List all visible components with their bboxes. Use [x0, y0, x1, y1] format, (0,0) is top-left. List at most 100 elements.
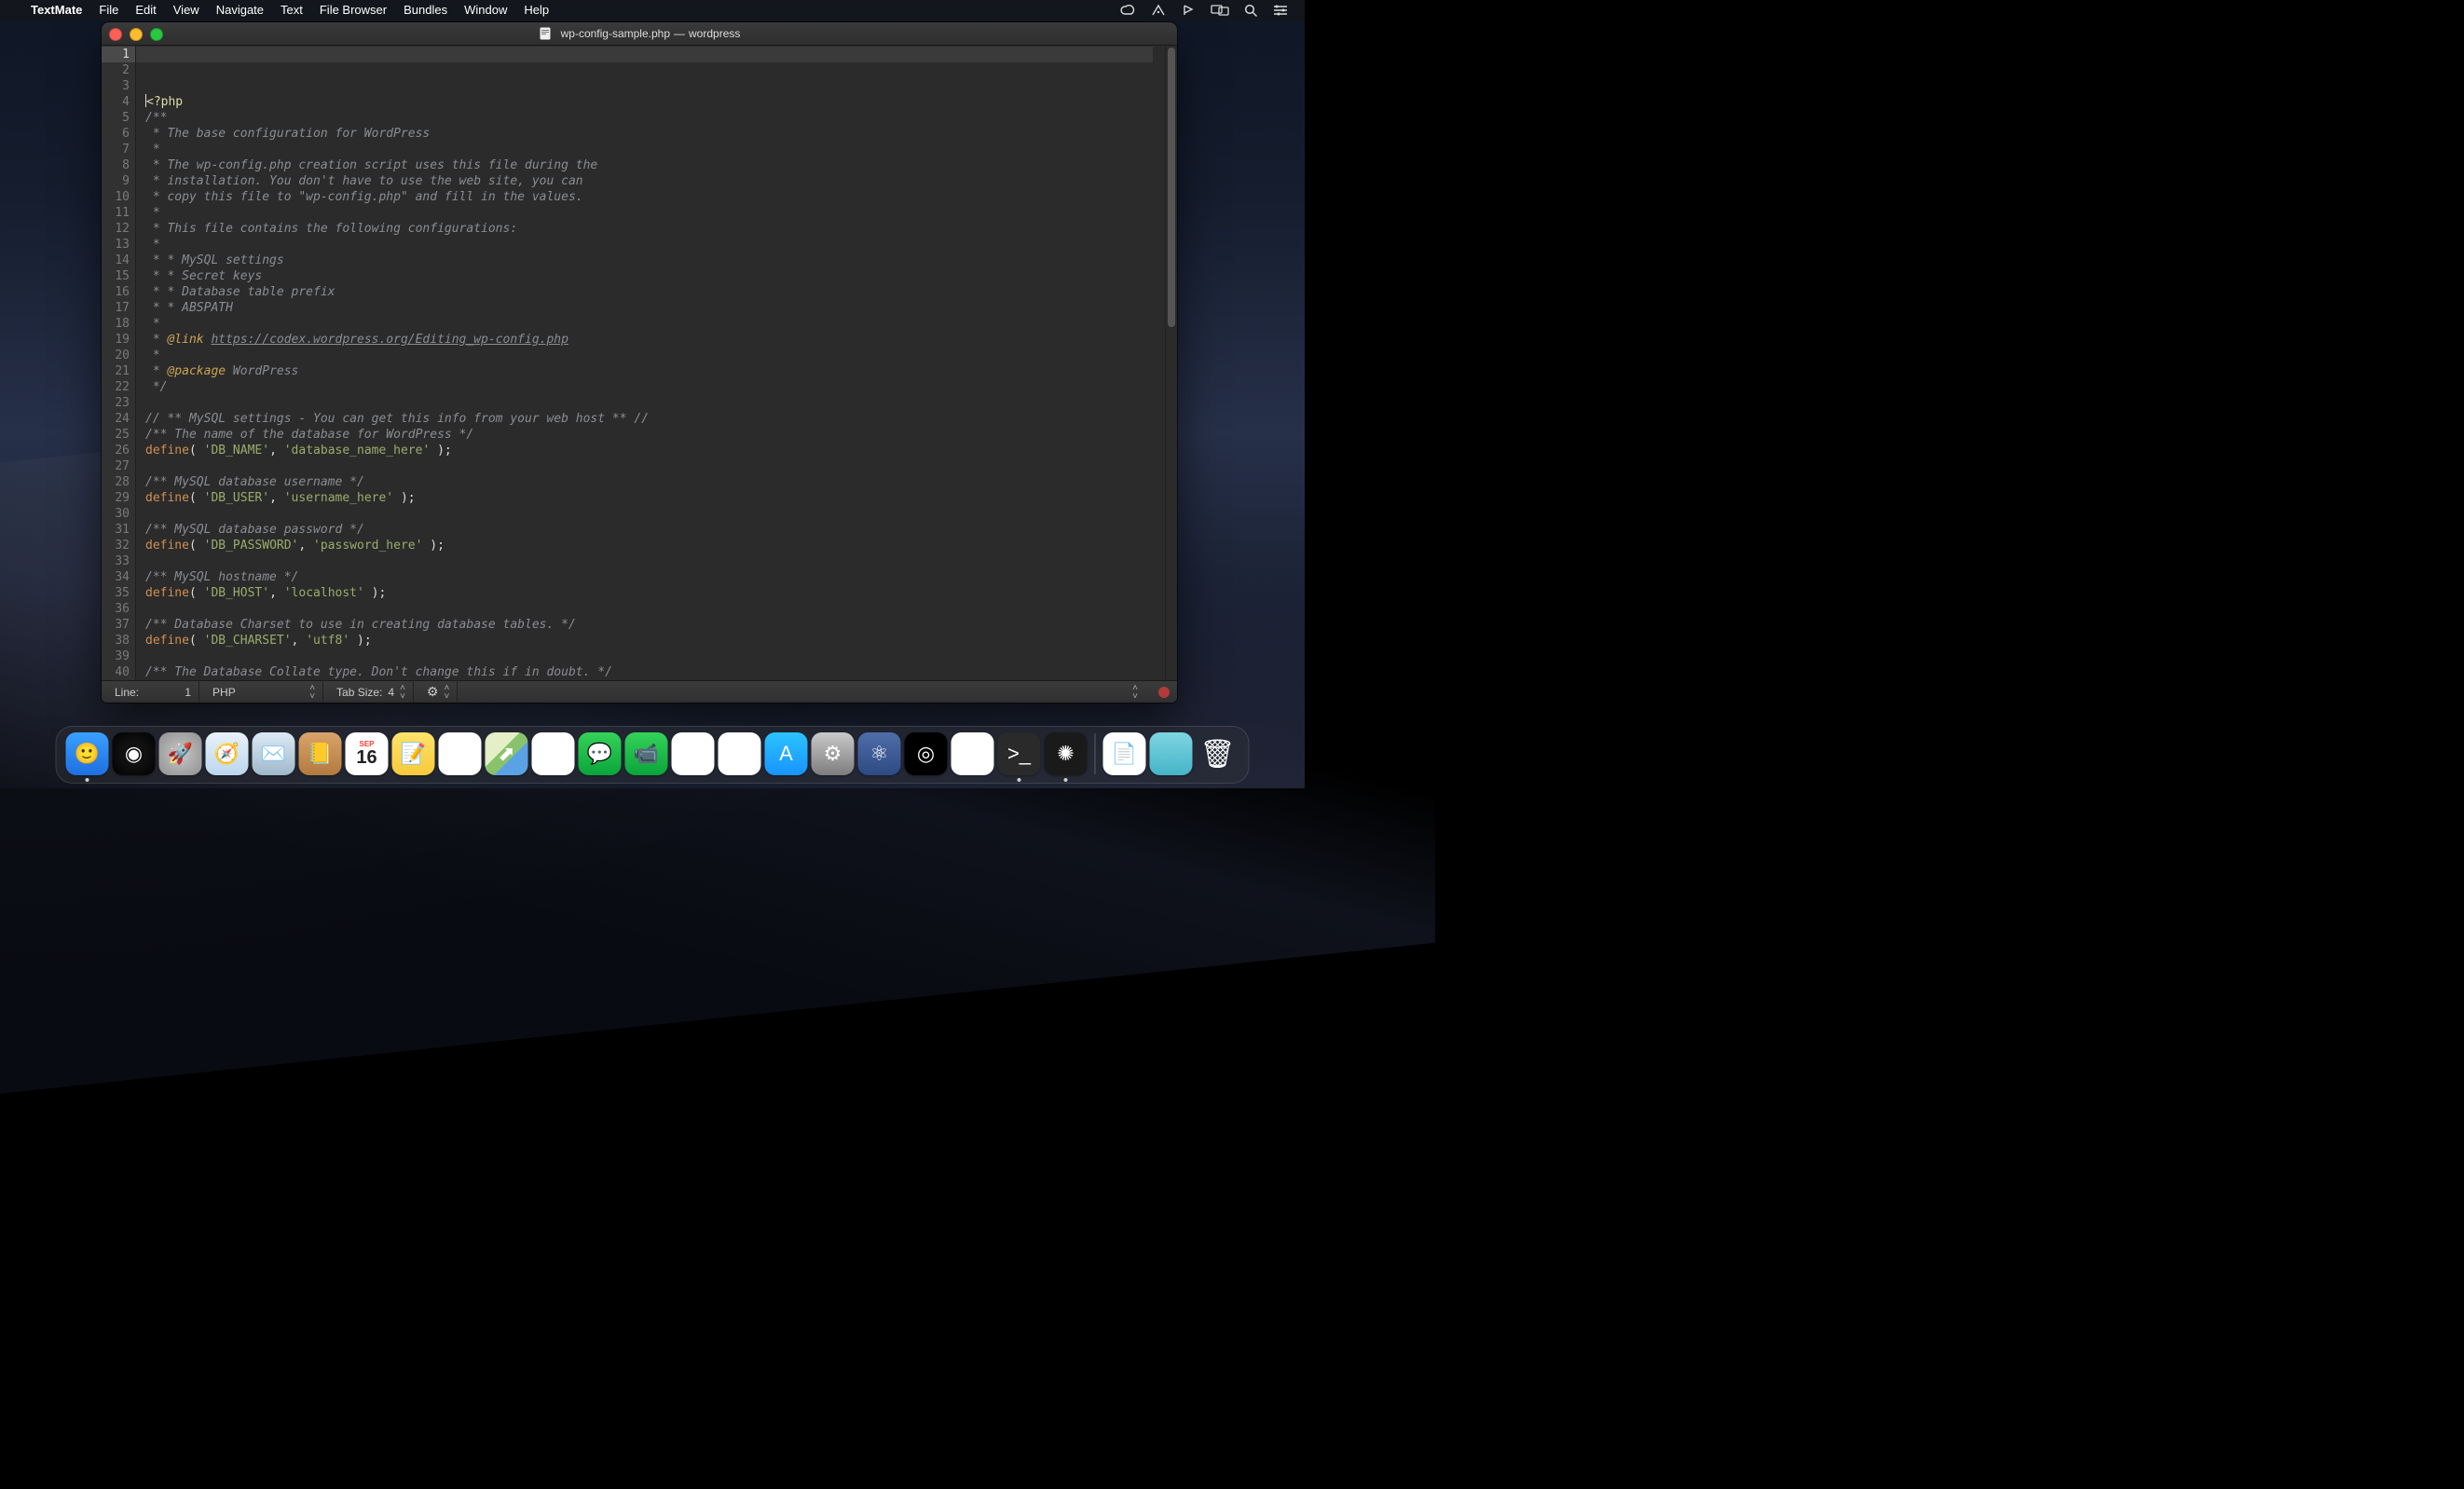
code-line[interactable]: /**: [145, 110, 1165, 126]
code-line[interactable]: * * Database table prefix: [145, 284, 1165, 300]
code-line[interactable]: [145, 395, 1165, 411]
line-number[interactable]: 19: [103, 332, 130, 348]
dock-photos[interactable]: ❀: [532, 732, 575, 775]
line-gutter[interactable]: 1234567891011121314151617181920212223242…: [102, 46, 136, 680]
code-line[interactable]: [145, 553, 1165, 569]
code-line[interactable]: * @package WordPress: [145, 363, 1165, 379]
dock-facetime[interactable]: 📹: [625, 732, 668, 775]
dock-terminal[interactable]: >_: [998, 732, 1041, 775]
code-line[interactable]: define( 'DB_CHARSET', 'utf8' );: [145, 633, 1165, 649]
line-number[interactable]: 9: [103, 173, 130, 189]
dock-music[interactable]: ♫: [719, 732, 761, 775]
dock-launchpad[interactable]: 🚀: [159, 732, 202, 775]
line-number[interactable]: 16: [103, 284, 130, 300]
symbol-selector[interactable]: ˄˅: [1125, 681, 1145, 703]
dock-downloads[interactable]: [1150, 732, 1193, 775]
code-line[interactable]: /** Database Charset to use in creating …: [145, 617, 1165, 633]
line-number[interactable]: 8: [103, 157, 130, 173]
app-menu[interactable]: TextMate: [22, 0, 90, 20]
menu-help[interactable]: Help: [515, 3, 557, 17]
code-line[interactable]: define( 'DB_NAME', 'database_name_here' …: [145, 443, 1165, 458]
line-number[interactable]: 2: [103, 62, 130, 78]
code-line[interactable]: // ** MySQL settings - You can get this …: [145, 411, 1165, 427]
dock-news[interactable]: N: [672, 732, 715, 775]
line-number[interactable]: 40: [103, 664, 130, 680]
language-selector[interactable]: PHP ˄˅: [205, 681, 323, 703]
line-number[interactable]: 25: [103, 427, 130, 443]
dock-notes[interactable]: 📝: [392, 732, 435, 775]
code-line[interactable]: * installation. You don't have to use th…: [145, 173, 1165, 189]
line-number[interactable]: 31: [103, 522, 130, 538]
line-number[interactable]: 6: [103, 126, 130, 142]
code-line[interactable]: *: [145, 237, 1165, 253]
code-line[interactable]: [145, 649, 1165, 664]
line-number[interactable]: 36: [103, 601, 130, 617]
line-number[interactable]: 38: [103, 633, 130, 649]
displays-icon[interactable]: [1203, 4, 1237, 17]
line-number[interactable]: 35: [103, 585, 130, 601]
code-line[interactable]: * The wp-config.php creation script uses…: [145, 157, 1165, 173]
line-number[interactable]: 22: [103, 379, 130, 395]
dock-appstore[interactable]: A: [765, 732, 808, 775]
code-line[interactable]: * copy this file to "wp-config.php" and …: [145, 189, 1165, 205]
code-line[interactable]: /** MySQL database username */: [145, 474, 1165, 490]
dock-contacts[interactable]: 📒: [299, 732, 342, 775]
line-number[interactable]: 11: [103, 205, 130, 221]
dock-app20[interactable]: ◎: [905, 732, 948, 775]
line-number[interactable]: 28: [103, 474, 130, 490]
menu-bundles[interactable]: Bundles: [395, 3, 456, 17]
line-number[interactable]: 27: [103, 458, 130, 474]
code-line[interactable]: *: [145, 205, 1165, 221]
code-line[interactable]: * This file contains the following confi…: [145, 221, 1165, 237]
dock-safari[interactable]: 🧭: [206, 732, 249, 775]
line-number[interactable]: 23: [103, 395, 130, 411]
creative-cloud-icon[interactable]: [1112, 4, 1143, 17]
dock-trash[interactable]: 🗑: [1197, 732, 1239, 775]
line-number[interactable]: 7: [103, 142, 130, 157]
status-icon-2[interactable]: [1143, 4, 1173, 17]
editor-area[interactable]: 1234567891011121314151617181920212223242…: [102, 46, 1177, 680]
dock-calendar[interactable]: SEP16: [346, 732, 389, 775]
code-line[interactable]: /** MySQL hostname */: [145, 569, 1165, 585]
line-number[interactable]: 3: [103, 78, 130, 94]
menu-file-browser[interactable]: File Browser: [311, 3, 395, 17]
dock-atom[interactable]: ⚛︎: [858, 732, 901, 775]
dock-mail[interactable]: ✉️: [253, 732, 295, 775]
vertical-scrollbar[interactable]: [1165, 46, 1177, 680]
code-line[interactable]: *: [145, 316, 1165, 332]
line-number[interactable]: 21: [103, 363, 130, 379]
code-line[interactable]: <?php: [145, 94, 1165, 110]
menu-text[interactable]: Text: [272, 3, 311, 17]
menu-view[interactable]: View: [165, 3, 208, 17]
line-number[interactable]: 32: [103, 538, 130, 553]
minimize-button[interactable]: [130, 28, 143, 41]
line-number[interactable]: 5: [103, 110, 130, 126]
dock-messages[interactable]: 💬: [579, 732, 622, 775]
line-number[interactable]: 18: [103, 316, 130, 332]
menu-window[interactable]: Window: [456, 3, 515, 17]
control-center-icon[interactable]: [1266, 4, 1295, 17]
line-number[interactable]: 14: [103, 253, 130, 268]
line-number[interactable]: 10: [103, 189, 130, 205]
line-number[interactable]: 24: [103, 411, 130, 427]
dock-finder[interactable]: 🙂: [66, 732, 109, 775]
line-number[interactable]: 37: [103, 617, 130, 633]
line-number[interactable]: 34: [103, 569, 130, 585]
dock-document[interactable]: 📄: [1103, 732, 1146, 775]
code-line[interactable]: define( 'DB_USER', 'username_here' );: [145, 490, 1165, 506]
scrollbar-thumb[interactable]: [1168, 48, 1175, 327]
code-line[interactable]: define( 'DB_PASSWORD', 'password_here' )…: [145, 538, 1165, 553]
code-line[interactable]: *: [145, 348, 1165, 363]
menu-navigate[interactable]: Navigate: [208, 3, 272, 17]
line-number[interactable]: 39: [103, 649, 130, 664]
dock-reminders[interactable]: ☑︎: [439, 732, 482, 775]
dock-syspref[interactable]: ⚙︎: [812, 732, 855, 775]
line-number[interactable]: 20: [103, 348, 130, 363]
code-line[interactable]: [145, 506, 1165, 522]
line-number[interactable]: 12: [103, 221, 130, 237]
code-line[interactable]: * The base configuration for WordPress: [145, 126, 1165, 142]
spotlight-icon[interactable]: [1237, 4, 1266, 18]
menu-file[interactable]: File: [90, 3, 127, 17]
code-line[interactable]: /** The name of the database for WordPre…: [145, 427, 1165, 443]
line-number[interactable]: 26: [103, 443, 130, 458]
